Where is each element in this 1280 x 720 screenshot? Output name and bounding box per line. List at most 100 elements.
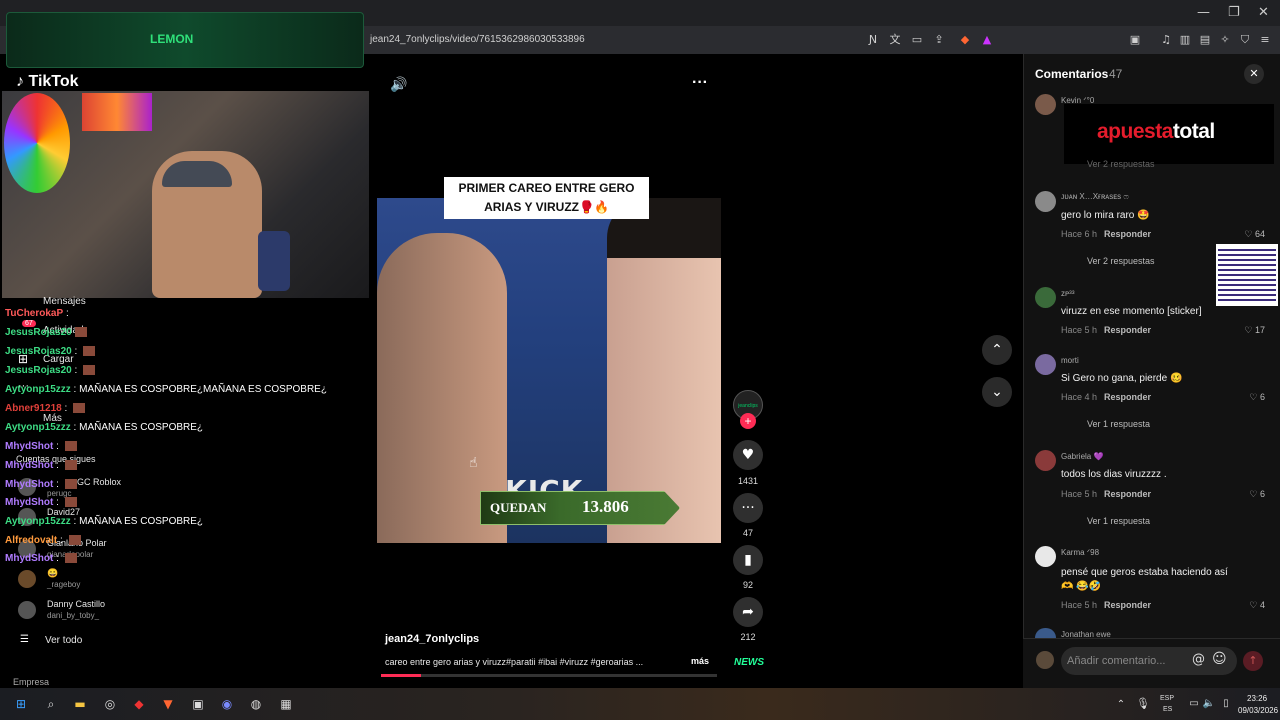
chat-line: MhydShot : [5,479,77,490]
clock-date[interactable]: 09/03/2026 [1238,706,1278,715]
chat-line: Aytyonp15zzz : MAÑANA ES COSPOBRE¿MAÑANA… [5,384,327,395]
view-replies[interactable]: Ver 2 respuestas [1087,159,1155,169]
company-link[interactable]: Empresa [13,677,49,687]
language-indicator[interactable]: ESP [1160,695,1174,702]
more-link[interactable]: más [691,656,709,666]
comment-likes[interactable]: ♡ 6 [1225,489,1265,500]
comment-user[interactable]: Karma ᐟ98 [1061,548,1099,557]
author-name[interactable]: jean24_7onlyclips [385,633,479,645]
volume-tray-icon[interactable]: 🔈 [1200,695,1218,713]
comment-user[interactable]: morti [1061,356,1079,365]
file-explorer-icon[interactable]: ▬ [71,695,89,713]
comment-time: Hace 5 h [1061,489,1098,499]
comment-button[interactable]: ··· [733,493,763,523]
keyboard-layout[interactable]: ES [1163,706,1172,713]
following-name[interactable]: GC Roblox [77,477,121,487]
leo-ai-icon[interactable]: ✧ [1216,31,1234,49]
progress-track[interactable] [381,674,717,677]
comment-likes[interactable]: ♡ 64 [1225,229,1265,240]
comment-avatar[interactable] [1035,94,1056,115]
reply-button[interactable]: Responder [1104,489,1151,499]
comment-avatar[interactable] [1035,546,1056,567]
battery-icon[interactable]: ▯ [1217,695,1235,713]
translate-icon[interactable]: 文 [886,31,904,49]
windows-start-icon[interactable]: ⊞ [12,695,30,713]
obs-icon[interactable]: ◎ [101,695,119,713]
comment-avatar[interactable] [1035,287,1056,308]
clock-time[interactable]: 23:26 [1247,694,1267,703]
reply-button[interactable]: Responder [1104,600,1151,610]
comment-likes[interactable]: ♡ 17 [1225,325,1265,336]
comments-count: 47 [1109,67,1123,81]
following-avatar[interactable] [18,570,36,588]
streamer-cap [162,161,232,187]
vpn-icon[interactable]: ⛉ [1236,31,1254,49]
comment-user[interactable]: ᴊᴜᴀɴ X…Xғʀᴀsᴇs ෆ [1061,192,1129,202]
menu-icon[interactable]: ≡ [1256,31,1274,49]
comment-input-box[interactable] [1061,647,1237,675]
close-comments-button[interactable]: ✕ [1244,64,1264,84]
tray-chevron-icon[interactable]: ⌃ [1112,696,1130,714]
sidebar-item-mensajes[interactable]: Mensajes [43,296,86,307]
comment-avatar[interactable] [1035,191,1056,212]
comment-input[interactable] [1067,652,1185,670]
tiktok-logo[interactable]: ♪ TikTok [16,73,79,91]
comment-avatar[interactable] [1035,354,1056,375]
bookmark-button[interactable]: ▮ [733,545,763,575]
following-name[interactable]: 😀 [47,568,58,579]
previous-video-button[interactable]: ⌃ [982,335,1012,365]
discord-icon[interactable]: ◉ [218,695,236,713]
comment-avatar[interactable] [1035,450,1056,471]
url-text[interactable]: jean24_7onlyclips/video/7615362986030533… [370,34,585,45]
comment-text: todos los dias viruzzzz . [1061,469,1167,480]
tab-search-icon[interactable]: ▣ [1126,31,1144,49]
view-replies[interactable]: Ver 1 respuesta [1087,516,1150,526]
volume-icon[interactable]: 🔊 [390,77,407,93]
comment-user[interactable]: ᴢᴘ³³ [1061,289,1075,298]
comment-time: Hace 6 h [1061,229,1098,239]
comment-user[interactable]: Gabriela 💜 [1061,452,1103,461]
view-replies[interactable]: Ver 2 respuestas [1087,256,1155,266]
brave-browser-icon[interactable]: ▼ [159,695,177,713]
following-name[interactable]: Danny Castillo [47,599,105,609]
comment-time: Hace 5 h [1061,600,1098,610]
see-all-link[interactable]: Ver todo [45,635,82,646]
send-button[interactable]: ↑ [1243,651,1263,671]
music-icon[interactable]: ♫ [1157,31,1175,49]
share-icon[interactable]: ⇪ [930,31,948,49]
search-icon[interactable]: ⌕ [42,695,60,713]
brave-shield-icon[interactable]: ◆ [956,31,974,49]
comment-likes[interactable]: ♡ 6 [1225,392,1265,403]
comment-likes[interactable]: ♡ 4 [1225,600,1265,611]
maximize-icon[interactable]: ❐ [1228,5,1240,20]
close-window-icon[interactable]: ✕ [1258,5,1269,20]
next-video-button[interactable]: ⌄ [982,377,1012,407]
app-circle-icon[interactable]: ◍ [247,695,265,713]
app-red-icon[interactable]: ◆ [130,695,148,713]
chat-line: JesusRojas20 : [5,365,96,376]
app-window-icon[interactable]: ▣ [189,695,207,713]
comment-user[interactable]: Jonathan ewe [1061,630,1111,638]
following-avatar[interactable] [18,601,36,619]
microphone-icon[interactable]: 🎙 [1134,695,1152,713]
follow-plus-icon[interactable]: + [740,413,756,429]
view-replies[interactable]: Ver 1 respuesta [1087,419,1150,429]
minimize-icon[interactable]: — [1197,5,1210,20]
self-avatar [1036,651,1054,669]
no-tracking-icon[interactable]: Ɲ [864,31,882,49]
rewards-icon[interactable]: ▲ [978,31,996,49]
comment-text: Si Gero no gana, pierde 🥴 [1061,373,1183,384]
reply-button[interactable]: Responder [1104,325,1151,335]
reply-button[interactable]: Responder [1104,229,1151,239]
cast-icon[interactable]: ▭ [908,31,926,49]
more-options-icon[interactable]: ··· [692,74,708,92]
sidebar-icon[interactable]: ▥ [1176,31,1194,49]
share-button[interactable]: ➦ [733,597,763,627]
emoji-icon[interactable]: ☺ [1212,651,1227,667]
calculator-icon[interactable]: ▦ [277,695,295,713]
like-button[interactable]: ♥ [733,440,763,470]
wallet-icon[interactable]: ▤ [1196,31,1214,49]
reply-button[interactable]: Responder [1104,392,1151,402]
progress-fill [381,674,422,677]
mention-icon[interactable]: @ [1192,652,1205,667]
